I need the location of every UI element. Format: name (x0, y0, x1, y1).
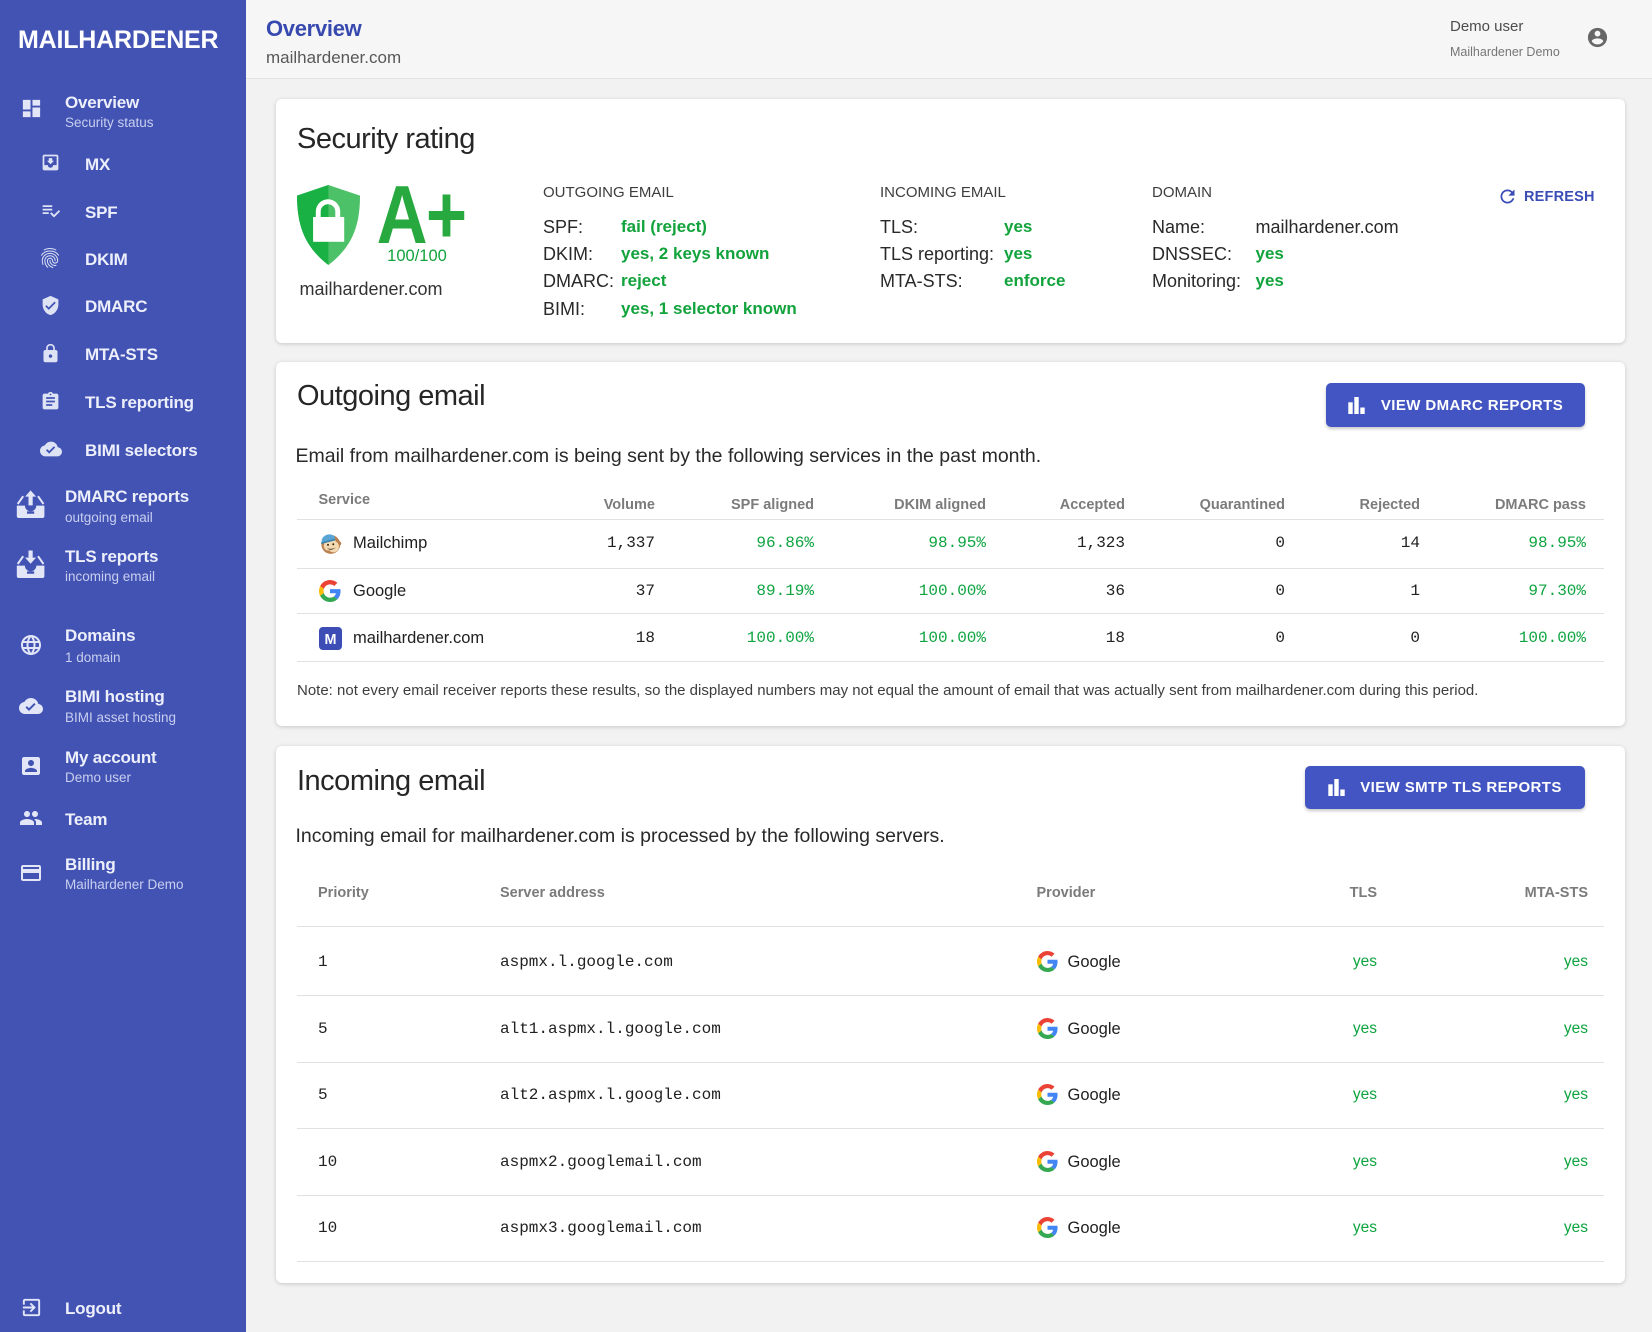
svg-text:M: M (324, 632, 336, 648)
